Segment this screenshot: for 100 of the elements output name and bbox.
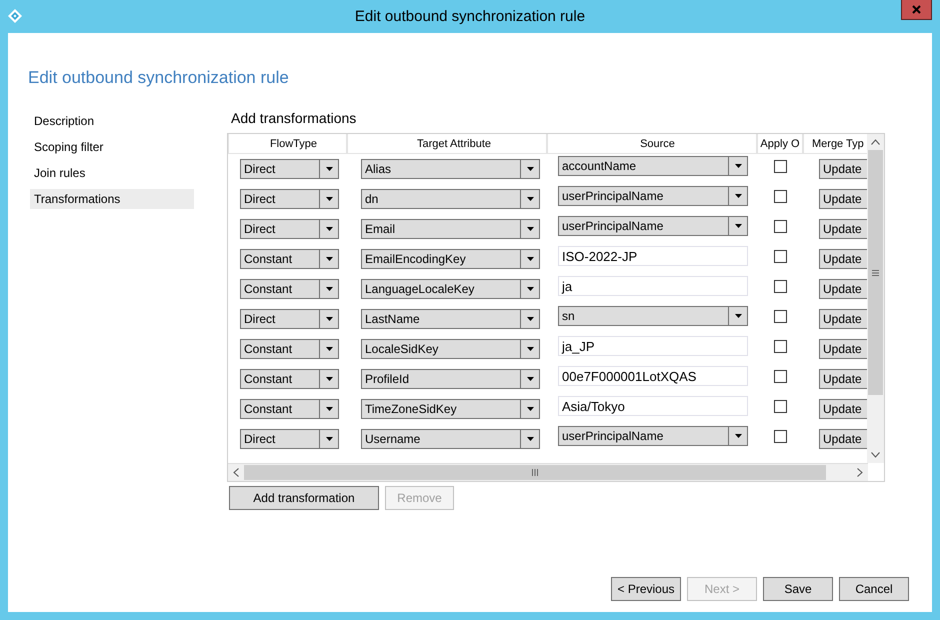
apply-once-checkbox[interactable] [774, 370, 786, 382]
source-field[interactable]: ja [558, 276, 748, 296]
merge-type-dropdown[interactable]: Update [819, 369, 868, 389]
dropdown-arrow-icon [326, 317, 332, 321]
source-field[interactable]: Asia/Tokyo [558, 396, 748, 416]
merge-type-dropdown[interactable]: Update [819, 429, 868, 449]
column-header[interactable]: Target Attribute [347, 134, 547, 154]
dropdown-arrow-icon [526, 227, 534, 231]
flowtype-dropdown[interactable]: Direct [240, 159, 339, 179]
merge-type-dropdown[interactable]: Update [819, 399, 868, 419]
dropdown-arrow-icon [326, 227, 332, 231]
action-button[interactable]: Add transformation [229, 486, 379, 510]
merge-type-dropdown[interactable]: Update [819, 159, 868, 179]
source-field[interactable]: ISO-2022-JP [558, 246, 748, 266]
flowtype-dropdown[interactable]: Constant [240, 249, 339, 269]
scroll-up-icon[interactable] [871, 139, 880, 145]
flowtype-dropdown[interactable]: Direct [240, 429, 339, 449]
dropdown-arrow-icon [734, 164, 742, 168]
dropdown-arrow-icon [326, 377, 332, 381]
dropdown-arrow-icon [734, 314, 742, 318]
apply-once-checkbox[interactable] [774, 280, 786, 292]
target-attribute-dropdown[interactable]: Username [361, 429, 540, 449]
sidebar-item[interactable]: Description [30, 111, 194, 131]
dropdown-arrow-icon [526, 377, 534, 381]
dropdown-arrow-icon [326, 257, 332, 261]
flowtype-dropdown[interactable]: Constant [240, 339, 339, 359]
wizard-button[interactable]: Cancel [839, 577, 909, 601]
scroll-down-icon[interactable] [871, 452, 880, 458]
dropdown-arrow-icon [326, 407, 332, 411]
sidebar-item[interactable]: Join rules [30, 163, 194, 183]
column-header[interactable]: Apply O [757, 134, 803, 154]
dropdown-arrow-icon [326, 197, 332, 201]
target-attribute-dropdown[interactable]: ProfileId [361, 369, 540, 389]
dropdown-arrow-icon [526, 167, 534, 171]
merge-type-dropdown[interactable]: Update [819, 219, 868, 239]
grip-icon[interactable] [532, 469, 538, 476]
dropdown-arrow-icon [326, 167, 332, 171]
dropdown-arrow-icon [526, 317, 534, 321]
diamond-icon [8, 9, 22, 23]
source-dropdown[interactable]: userPrincipalName [558, 186, 748, 206]
merge-type-dropdown[interactable]: Update [819, 309, 868, 329]
dropdown-arrow-icon [526, 347, 534, 351]
sidebar-item[interactable]: Transformations [30, 189, 194, 209]
dropdown-arrow-icon [734, 194, 742, 198]
target-attribute-dropdown[interactable]: TimeZoneSidKey [361, 399, 540, 419]
wizard-button[interactable]: < Previous [611, 577, 681, 601]
dropdown-arrow-icon [326, 347, 332, 351]
target-attribute-dropdown[interactable]: Email [361, 219, 540, 239]
apply-once-checkbox[interactable] [774, 400, 786, 412]
wizard-button[interactable]: Save [763, 577, 833, 601]
column-header[interactable]: Source [547, 134, 757, 154]
merge-type-dropdown[interactable]: Update [819, 249, 868, 269]
source-dropdown[interactable]: sn [558, 306, 748, 326]
source-dropdown[interactable]: userPrincipalName [558, 216, 748, 236]
horizontal-scrollbar[interactable] [228, 463, 868, 481]
sidebar-item[interactable]: Scoping filter [30, 137, 194, 157]
grip-icon[interactable] [872, 270, 880, 276]
dropdown-arrow-icon [526, 287, 534, 291]
target-attribute-dropdown[interactable]: dn [361, 189, 540, 209]
merge-type-dropdown[interactable]: Update [819, 189, 868, 209]
dropdown-arrow-icon [526, 257, 534, 261]
flowtype-dropdown[interactable]: Direct [240, 189, 339, 209]
merge-type-dropdown[interactable]: Update [819, 339, 868, 359]
dropdown-arrow-icon [526, 197, 534, 201]
vertical-scrollbar[interactable] [867, 134, 884, 463]
flowtype-dropdown[interactable]: Constant [240, 399, 339, 419]
source-field[interactable]: 00e7F000001LotXQAS [558, 366, 748, 386]
source-field[interactable]: ja_JP [558, 336, 748, 356]
apply-once-checkbox[interactable] [774, 250, 786, 262]
merge-type-dropdown[interactable]: Update [819, 279, 868, 299]
target-attribute-dropdown[interactable]: LastName [361, 309, 540, 329]
apply-once-checkbox[interactable] [774, 430, 786, 442]
flowtype-dropdown[interactable]: Direct [240, 219, 339, 239]
target-attribute-dropdown[interactable]: Alias [361, 159, 540, 179]
apply-once-checkbox[interactable] [774, 340, 786, 352]
apply-once-checkbox[interactable] [774, 310, 786, 322]
scroll-left-icon[interactable] [233, 468, 239, 477]
dropdown-arrow-icon [734, 224, 742, 228]
section-title: Add transformations [231, 110, 358, 128]
source-dropdown[interactable]: accountName [558, 156, 748, 176]
dropdown-arrow-icon [326, 287, 332, 291]
scroll-right-icon[interactable] [857, 468, 863, 477]
flowtype-dropdown[interactable]: Constant [240, 279, 339, 299]
flowtype-dropdown[interactable]: Direct [240, 309, 339, 329]
target-attribute-dropdown[interactable]: LocaleSidKey [361, 339, 540, 359]
apply-once-checkbox[interactable] [774, 190, 786, 202]
close-button[interactable] [901, 0, 932, 20]
page-heading: Edit outbound synchronization rule [28, 68, 290, 88]
window-title: Edit outbound synchronization rule [354, 8, 586, 25]
apply-once-checkbox[interactable] [774, 160, 786, 172]
target-attribute-dropdown[interactable]: LanguageLocaleKey [361, 279, 540, 299]
source-dropdown[interactable]: userPrincipalName [558, 426, 748, 446]
dropdown-arrow-icon [326, 437, 332, 441]
dropdown-arrow-icon [526, 407, 534, 411]
apply-once-checkbox[interactable] [774, 220, 786, 232]
column-header[interactable]: FlowType [228, 134, 347, 154]
close-icon [912, 5, 921, 14]
target-attribute-dropdown[interactable]: EmailEncodingKey [361, 249, 540, 269]
flowtype-dropdown[interactable]: Constant [240, 369, 339, 389]
dropdown-arrow-icon [526, 437, 534, 441]
